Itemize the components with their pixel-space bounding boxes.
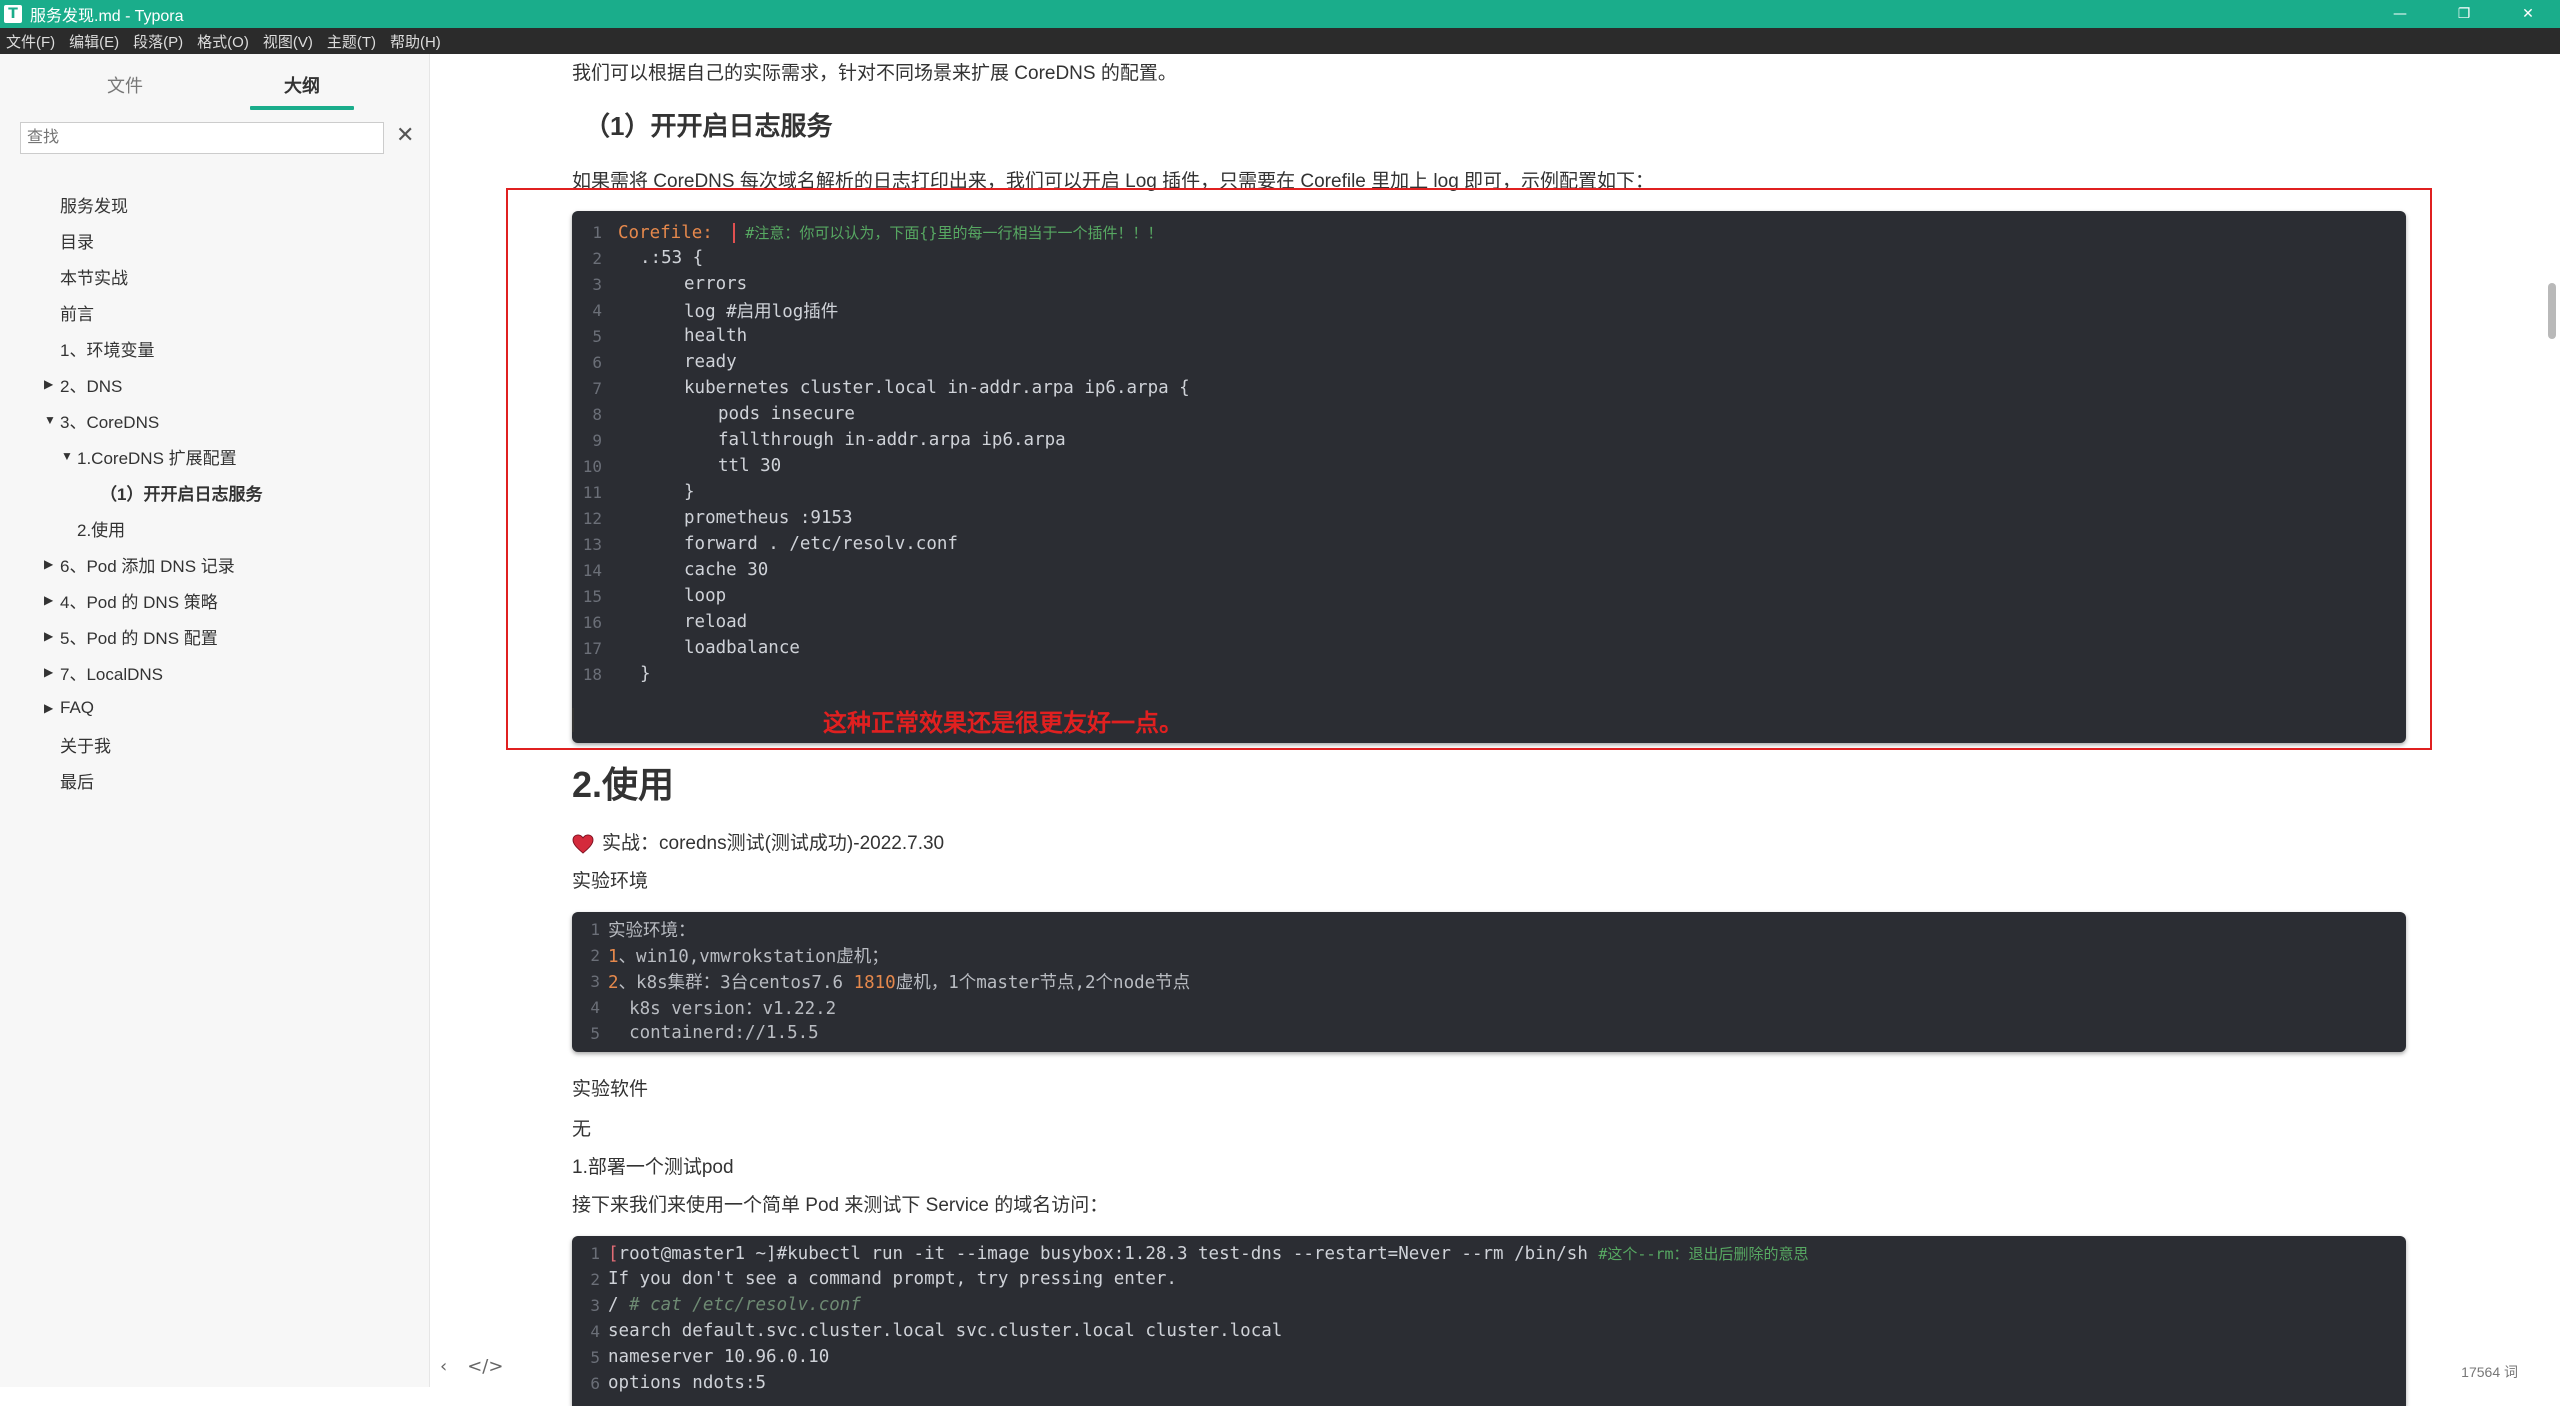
outline-item[interactable]: 关于我 [60,726,111,762]
menu-format[interactable]: 格式(O) [197,31,249,52]
outline-item[interactable]: ▼ 3、CoreDNS [44,402,159,438]
sidebar-tabs: 文件 大纲 [0,72,430,112]
outline-item[interactable]: 服务发现 [60,186,128,222]
expand-arrow-icon[interactable]: ▶ [44,629,56,643]
outline-item[interactable]: ▶ FAQ [44,690,94,726]
outline-item[interactable]: ▶ 6、Pod 添加 DNS 记录 [44,546,235,582]
menu-view[interactable]: 视图(V) [263,31,313,52]
outline-item[interactable]: 最后 [60,762,94,798]
outline-item[interactable]: ▶ 4、Pod 的 DNS 策略 [44,582,218,618]
heading-usage: 2.使用 [572,764,675,805]
code-line: 4 k8s version：v1.22.2 [590,997,837,1019]
menu-file[interactable]: 文件(F) [6,31,55,52]
code-line: 5 nameserver 10.96.0.10 [590,1347,830,1367]
outline-search-input[interactable] [20,122,384,154]
close-button[interactable]: ✕ [2496,0,2560,28]
code-block-test-pod[interactable]: 1 [root@master1 ~]#kubectl run -it --imag… [572,1236,2406,1406]
outline-item[interactable]: 本节实战 [60,258,128,294]
maximize-button[interactable]: ❐ [2432,0,2496,28]
vertical-scrollbar-thumb[interactable] [2548,283,2556,339]
tab-outline[interactable]: 大纲 [284,72,320,98]
none-text: 无 [572,1119,592,1140]
outline-item[interactable]: 目录 [60,222,94,258]
outline-item[interactable]: 1、环境变量 [60,330,154,366]
outline-item[interactable]: ▼ 1.CoreDNS 扩展配置 [61,438,237,474]
expand-arrow-icon[interactable]: ▶ [44,377,56,391]
code-block-environment[interactable]: 1 实验环境： 2 1、win10,vmwrokstation虚机； 3 2、k8s集… [572,912,2406,1052]
software-label: 实验软件 [572,1079,649,1100]
expand-arrow-icon[interactable]: ▶ [44,593,56,607]
typora-logo-icon: T [4,5,22,23]
next-description: 接下来我们来使用一个简单 Pod 来测试下 Service 的域名访问： [572,1195,1109,1216]
menu-theme[interactable]: 主题(T) [327,31,376,52]
expand-arrow-icon[interactable]: ▶ [44,665,56,679]
env-label: 实验环境 [572,871,649,892]
code-line: 6 options ndots:5 [590,1373,767,1393]
collapse-arrow-icon[interactable]: ▼ [61,449,73,463]
clear-search-icon[interactable]: ✕ [396,122,414,148]
outline-item[interactable]: ▶ 5、Pod 的 DNS 配置 [44,618,218,654]
outline-item[interactable]: ▶ 2、DNS [44,366,122,402]
text-cursor [572,708,574,732]
code-line: 3 2、k8s集群：3台centos7.6 1810虚机，1个master节点,2… [590,971,1191,993]
practice-line: 实战：coredns测试(测试成功)-2022.7.30 [572,828,944,855]
menu-bar: 文件(F) 编辑(E) 段落(P) 格式(O) 视图(V) 主题(T) 帮助(H… [0,28,2560,54]
word-count[interactable]: 17564 词 [2461,1362,2518,1382]
code-line: 2 1、win10,vmwrokstation虚机； [590,945,889,967]
minimize-button[interactable]: — [2368,0,2432,28]
heading-log-service: （1）开开启日志服务 [584,111,833,141]
collapse-arrow-icon[interactable]: ▼ [44,413,56,427]
tab-files[interactable]: 文件 [107,72,143,98]
code-line: 4 search default.svc.cluster.local svc.cl… [590,1321,1283,1341]
code-line: 5 containerd://1.5.5 [590,1023,819,1043]
source-code-mode-icon[interactable]: </> [467,1356,503,1377]
code-line: 2 If you don't see a command prompt, try … [590,1269,1177,1289]
annotation-text: 这种正常效果还是很更友好一点。 [823,710,1183,737]
title-bar: T 服务发现.md - Typora — ❐ ✕ [0,0,2560,28]
footer-controls: ‹ </> [440,1356,503,1377]
menu-edit[interactable]: 编辑(E) [69,31,119,52]
heart-icon [572,834,594,854]
outline-item-active[interactable]: （1）开开启日志服务 [100,474,262,510]
intro-paragraph: 我们可以根据自己的实际需求，针对不同场景来扩展 CoreDNS 的配置。 [572,63,1177,84]
deploy-step: 1.部署一个测试pod [572,1157,734,1178]
outline-item[interactable]: 前言 [60,294,94,330]
outline-item[interactable]: 2.使用 [77,510,125,546]
window-title: 服务发现.md - Typora [30,8,184,25]
code-line: 3/ # cat /etc/resolv.conf [590,1295,861,1315]
expand-arrow-icon[interactable]: ▶ [44,701,56,715]
menu-help[interactable]: 帮助(H) [390,31,441,52]
code-line: 1 [root@master1 ~]#kubectl run -it --imag… [590,1243,1809,1264]
expand-arrow-icon[interactable]: ▶ [44,557,56,571]
outline-item[interactable]: ▶ 7、LocalDNS [44,654,163,690]
window-controls: — ❐ ✕ [2368,0,2560,28]
menu-paragraph[interactable]: 段落(P) [133,31,183,52]
sidebar: 文件 大纲 ✕ 服务发现 目录 本节实战 前言 1、环境变量 ▶2、DNS ▼3… [0,54,430,1387]
annotation-frame [506,188,2432,750]
active-tab-indicator [250,106,354,110]
back-arrow-icon[interactable]: ‹ [440,1356,447,1377]
code-line: 1 实验环境： [590,919,696,941]
